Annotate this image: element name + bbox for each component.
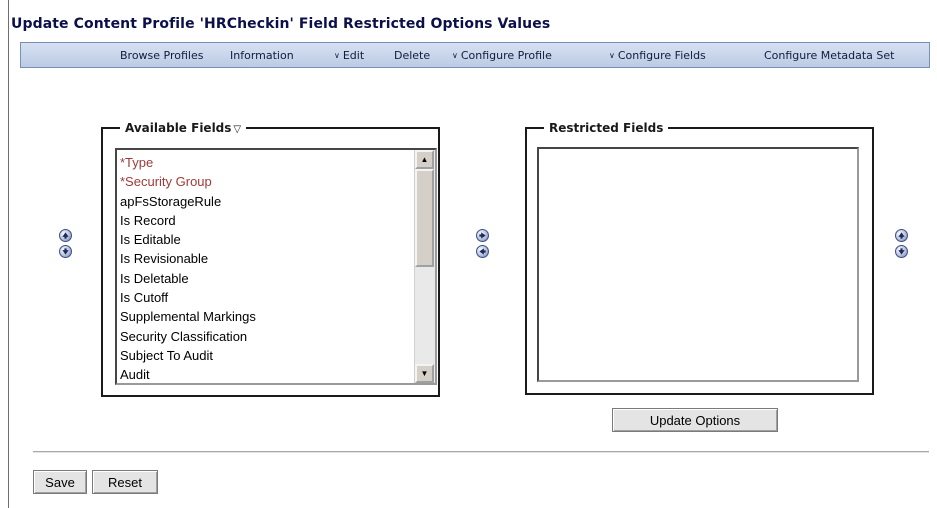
scroll-down-icon[interactable]: ▼: [415, 364, 434, 383]
menu-label: Delete: [394, 49, 431, 62]
list-item[interactable]: *Type: [120, 153, 413, 172]
list-item[interactable]: apFsStorageRule: [120, 192, 413, 211]
legend-label: Available Fields: [125, 121, 232, 135]
menu-configure-profile[interactable]: ∨ Configure Profile: [452, 49, 552, 62]
menu-delete[interactable]: Delete: [394, 49, 430, 62]
list-item[interactable]: Is Deletable: [120, 269, 413, 288]
list-item[interactable]: *Security Group: [120, 172, 413, 191]
menu-edit[interactable]: ∨ Edit: [334, 49, 364, 62]
menu-label: Configure Metadata Set: [764, 49, 895, 62]
menu-browse-profiles[interactable]: Browse Profiles: [120, 49, 203, 62]
scroll-thumb[interactable]: [415, 169, 434, 267]
menu-label: Browse Profiles: [120, 49, 204, 62]
list-item[interactable]: Subject To Audit: [120, 346, 413, 365]
list-item[interactable]: Supplemental Markings: [120, 307, 413, 326]
action-menubar: Browse Profiles Information ∨ Edit Delete…: [20, 42, 930, 68]
list-item[interactable]: Security Classification: [120, 327, 413, 346]
reset-button[interactable]: Reset: [92, 470, 158, 494]
available-fields-list[interactable]: *Type *Security Group apFsStorageRule Is Re…: [115, 148, 437, 385]
divider: [33, 451, 929, 453]
legend-label: Restricted Fields: [549, 121, 664, 135]
menu-configure-fields[interactable]: ∨ Configure Fields: [609, 49, 706, 62]
chevron-down-icon: ∨: [334, 51, 340, 60]
move-up-icon[interactable]: [895, 229, 908, 242]
scroll-up-icon[interactable]: ▲: [415, 150, 434, 169]
move-up-icon[interactable]: [59, 229, 72, 242]
menu-label: Information: [230, 49, 294, 62]
available-fields-scrollbar[interactable]: ▲ ▼: [414, 150, 435, 383]
triangle-down-icon[interactable]: ▽: [233, 124, 241, 135]
list-item[interactable]: Is Record: [120, 211, 413, 230]
restricted-fields-legend: Restricted Fields: [544, 121, 668, 135]
list-item[interactable]: Is Editable: [120, 230, 413, 249]
available-fields-legend: Available Fields ▽: [120, 121, 246, 135]
list-item[interactable]: Audit: [120, 365, 413, 383]
menu-information[interactable]: Information: [230, 49, 294, 62]
menu-configure-metadata-set[interactable]: Configure Metadata Set: [764, 49, 894, 62]
chevron-down-icon: ∨: [609, 51, 615, 60]
move-left-icon[interactable]: [476, 245, 489, 258]
menu-label: Configure Fields: [617, 49, 706, 62]
move-down-icon[interactable]: [59, 245, 72, 258]
page-title: Update Content Profile 'HRCheckin' Field…: [11, 16, 551, 32]
update-options-button[interactable]: Update Options: [612, 408, 778, 432]
save-button[interactable]: Save: [33, 470, 87, 494]
restricted-fields-list[interactable]: [537, 147, 859, 382]
list-item[interactable]: Is Revisionable: [120, 249, 413, 268]
move-down-icon[interactable]: [895, 245, 908, 258]
list-item[interactable]: Is Cutoff: [120, 288, 413, 307]
menu-label: Configure Profile: [460, 49, 552, 62]
available-fields-items: *Type *Security Group apFsStorageRule Is Re…: [120, 153, 413, 383]
menu-label: Edit: [342, 49, 365, 62]
move-right-icon[interactable]: [476, 229, 489, 242]
chevron-down-icon: ∨: [452, 51, 458, 60]
